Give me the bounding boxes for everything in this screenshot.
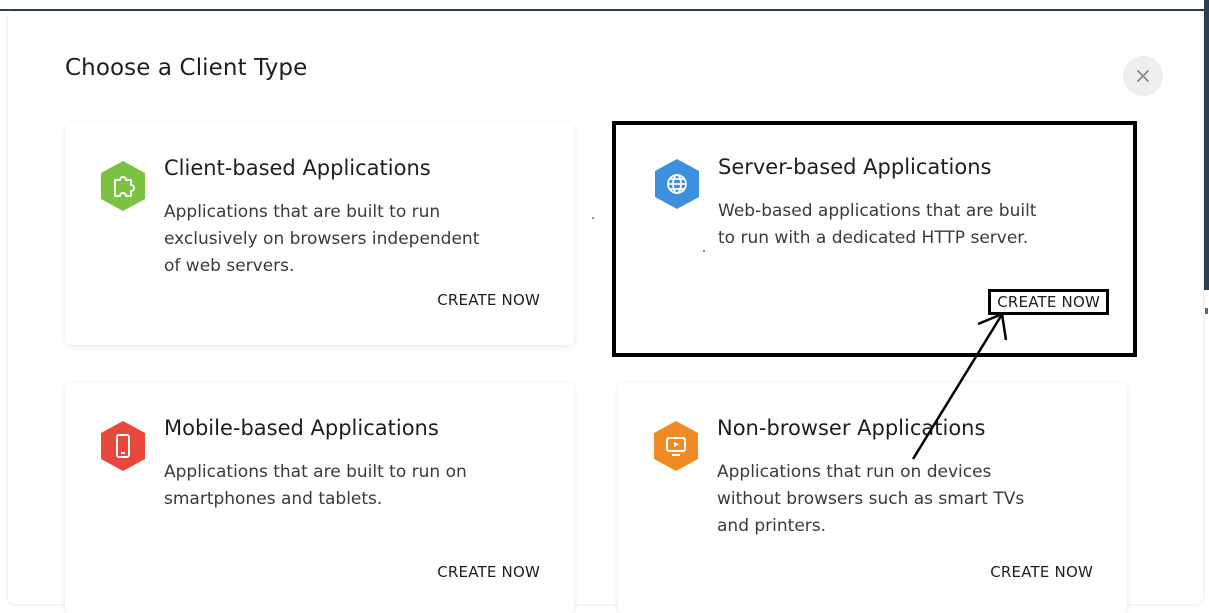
stray-pixel — [592, 217, 594, 219]
close-button[interactable] — [1123, 56, 1163, 96]
create-now-button[interactable]: CREATE NOW — [988, 289, 1109, 315]
create-now-button[interactable]: CREATE NOW — [437, 563, 540, 581]
create-now-button[interactable]: CREATE NOW — [437, 291, 540, 309]
client-based-card[interactable]: Client-based Applications Applications t… — [65, 123, 574, 345]
card-description: Applications that are built to run exclu… — [164, 202, 480, 276]
choose-client-type-modal: Choose a Client Type Client-based Applic… — [8, 12, 1203, 613]
client-based-icon-badge — [99, 160, 147, 212]
card-title: Non-browser Applications — [717, 416, 986, 440]
card-title: Server-based Applications — [718, 155, 992, 179]
non-browser-card[interactable]: Non-browser Applications Applications th… — [618, 383, 1127, 613]
modal-title: Choose a Client Type — [65, 55, 308, 81]
non-browser-icon-badge — [652, 420, 700, 472]
scrollbar[interactable] — [1204, 0, 1209, 290]
close-icon — [1137, 70, 1149, 82]
server-based-card[interactable]: Server-based Applications Web-based appl… — [612, 121, 1137, 357]
card-title: Mobile-based Applications — [164, 416, 439, 440]
card-description: Web-based applications that are built to… — [718, 201, 1037, 248]
card-description: Applications that run on devices without… — [717, 462, 1025, 536]
create-now-button[interactable]: CREATE NOW — [990, 563, 1093, 581]
stray-pixel — [703, 250, 705, 252]
card-title: Client-based Applications — [164, 156, 431, 180]
mobile-based-card[interactable]: Mobile-based Applications Applications t… — [65, 383, 574, 613]
mobile-based-icon-badge — [99, 420, 147, 472]
card-description: Applications that are built to run on sm… — [164, 462, 467, 509]
window-top-border — [0, 0, 1209, 11]
stray-pixel — [1205, 308, 1208, 314]
server-based-icon-badge — [653, 158, 701, 210]
